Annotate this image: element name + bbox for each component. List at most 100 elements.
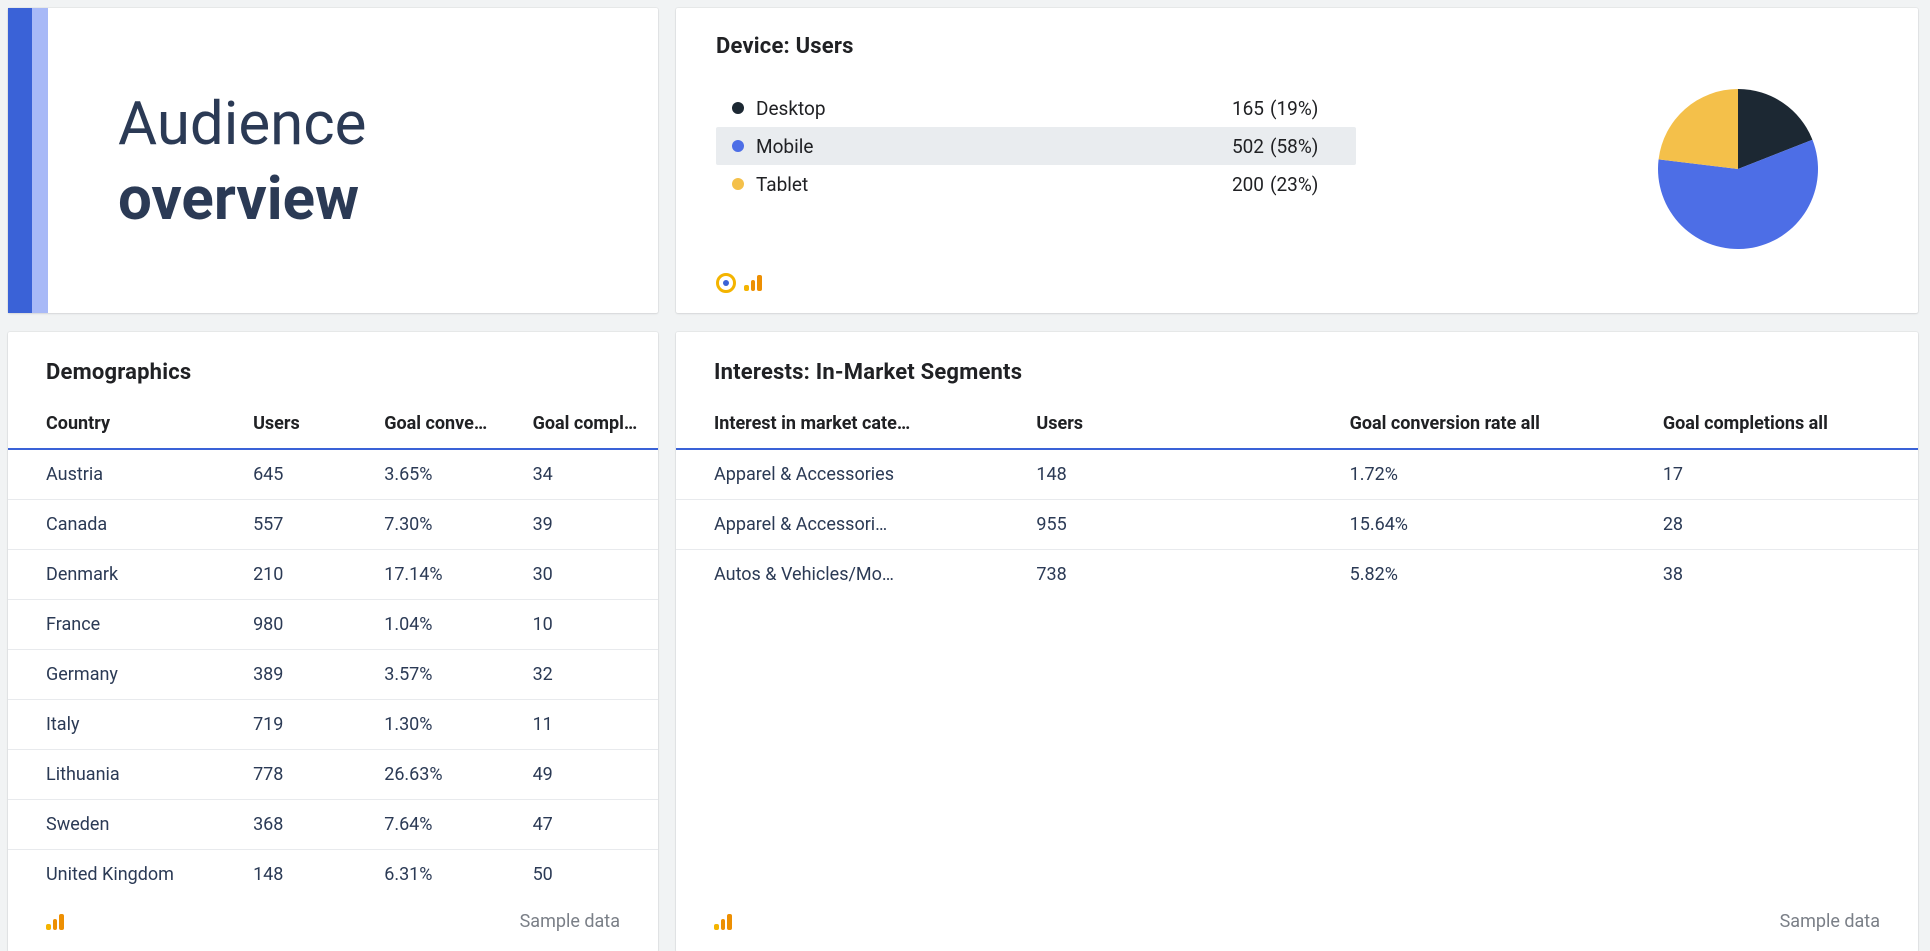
table-row[interactable]: Austria6453.65%34 [8, 449, 658, 500]
cell: 557 [253, 500, 384, 550]
table-row[interactable]: Autos & Vehicles/Mo…7385.82%38 [676, 550, 1918, 600]
col-users[interactable]: Users [253, 399, 384, 449]
table-row[interactable]: United Kingdom1486.31%50 [8, 850, 658, 900]
cell: 1.72% [1350, 449, 1663, 500]
table-row[interactable]: France9801.04%10 [8, 600, 658, 650]
legend-dot-icon [732, 178, 744, 190]
cell: 34 [533, 449, 658, 500]
accent-bar [8, 8, 48, 313]
cell: 955 [1036, 500, 1349, 550]
legend-value: 200 [1204, 173, 1264, 196]
interests-card: Interests: In-Market Segments Interest i… [676, 332, 1918, 951]
cell: France [8, 600, 253, 650]
table-row[interactable]: Italy7191.30%11 [8, 700, 658, 750]
cell: 7.30% [384, 500, 532, 550]
cell: 645 [253, 449, 384, 500]
demographics-table: Country Users Goal conve… Goal compl… Au… [8, 399, 658, 899]
table-row[interactable]: Denmark21017.14%30 [8, 550, 658, 600]
legend-row[interactable]: Mobile502 (58%) [716, 127, 1356, 165]
legend-value: 165 [1204, 97, 1264, 120]
table-row[interactable]: Canada5577.30%39 [8, 500, 658, 550]
cell: Apparel & Accessories [676, 449, 1036, 500]
legend-label: Tablet [756, 173, 1204, 196]
demographics-title: Demographics [8, 360, 658, 385]
cell: 3.65% [384, 449, 532, 500]
legend-label: Desktop [756, 97, 1204, 120]
cell: 17.14% [384, 550, 532, 600]
col-goal-completions[interactable]: Goal completions all [1663, 399, 1918, 449]
cell: 28 [1663, 500, 1918, 550]
cell: 30 [533, 550, 658, 600]
device-card-title: Device: Users [716, 34, 1878, 59]
table-row[interactable]: Apparel & Accessories1481.72%17 [676, 449, 1918, 500]
legend-value: 502 [1204, 135, 1264, 158]
cell: United Kingdom [8, 850, 253, 900]
analytics-bars-icon [714, 914, 732, 930]
sample-data-label: Sample data [520, 911, 620, 932]
cell: 389 [253, 650, 384, 700]
page-title-line1: Audience [118, 86, 367, 161]
cell: 32 [533, 650, 658, 700]
table-row[interactable]: Sweden3687.64%47 [8, 800, 658, 850]
cell: 49 [533, 750, 658, 800]
cell: 7.64% [384, 800, 532, 850]
cell: 148 [1036, 449, 1349, 500]
cell: Canada [8, 500, 253, 550]
cell: 17 [1663, 449, 1918, 500]
cell: 3.57% [384, 650, 532, 700]
table-row[interactable]: Apparel & Accessori…95515.64%28 [676, 500, 1918, 550]
analytics-bars-icon [744, 275, 762, 291]
legend-row[interactable]: Tablet200 (23%) [716, 165, 1356, 203]
cell: 719 [253, 700, 384, 750]
cell: Sweden [8, 800, 253, 850]
interests-title: Interests: In-Market Segments [676, 360, 1918, 385]
cell: 148 [253, 850, 384, 900]
table-row[interactable]: Germany3893.57%32 [8, 650, 658, 700]
cell: Lithuania [8, 750, 253, 800]
legend-dot-icon [732, 140, 744, 152]
cell: 1.30% [384, 700, 532, 750]
col-goal-conv-rate[interactable]: Goal conversion rate all [1350, 399, 1663, 449]
legend-percent: (23%) [1270, 173, 1340, 196]
cell: 38 [1663, 550, 1918, 600]
cell: 47 [533, 800, 658, 850]
cell: 980 [253, 600, 384, 650]
interests-table: Interest in market cate… Users Goal conv… [676, 399, 1918, 599]
cell: Italy [8, 700, 253, 750]
title-card: Audience overview [8, 8, 658, 313]
cell: 1.04% [384, 600, 532, 650]
cell: Autos & Vehicles/Mo… [676, 550, 1036, 600]
cell: 10 [533, 600, 658, 650]
metric-selector-icon[interactable] [716, 273, 736, 293]
cell: 11 [533, 700, 658, 750]
sample-data-label: Sample data [1780, 911, 1880, 932]
col-goal-compl[interactable]: Goal compl… [533, 399, 658, 449]
legend-row[interactable]: Desktop165 (19%) [716, 89, 1356, 127]
cell: Apparel & Accessori… [676, 500, 1036, 550]
cell: 5.82% [1350, 550, 1663, 600]
cell: 50 [533, 850, 658, 900]
device-legend: Desktop165 (19%) Mobile502 (58%) Tablet200 (2… [716, 89, 1356, 203]
legend-label: Mobile [756, 135, 1204, 158]
analytics-bars-icon [46, 914, 64, 930]
legend-percent: (58%) [1270, 135, 1340, 158]
device-users-card: Device: Users Desktop165 (19%) Mobile502 (5… [676, 8, 1918, 313]
cell: 39 [533, 500, 658, 550]
page-title-line2: overview [118, 161, 367, 236]
col-goal-conv[interactable]: Goal conve… [384, 399, 532, 449]
col-country[interactable]: Country [8, 399, 253, 449]
cell: 6.31% [384, 850, 532, 900]
cell: 210 [253, 550, 384, 600]
cell: Germany [8, 650, 253, 700]
table-row[interactable]: Lithuania77826.63%49 [8, 750, 658, 800]
col-users[interactable]: Users [1036, 399, 1349, 449]
cell: Austria [8, 449, 253, 500]
legend-percent: (19%) [1270, 97, 1340, 120]
cell: Denmark [8, 550, 253, 600]
pie-slice[interactable] [1659, 89, 1738, 169]
legend-dot-icon [732, 102, 744, 114]
device-pie-chart[interactable] [1658, 89, 1818, 253]
cell: 26.63% [384, 750, 532, 800]
cell: 738 [1036, 550, 1349, 600]
col-interest[interactable]: Interest in market cate… [676, 399, 1036, 449]
